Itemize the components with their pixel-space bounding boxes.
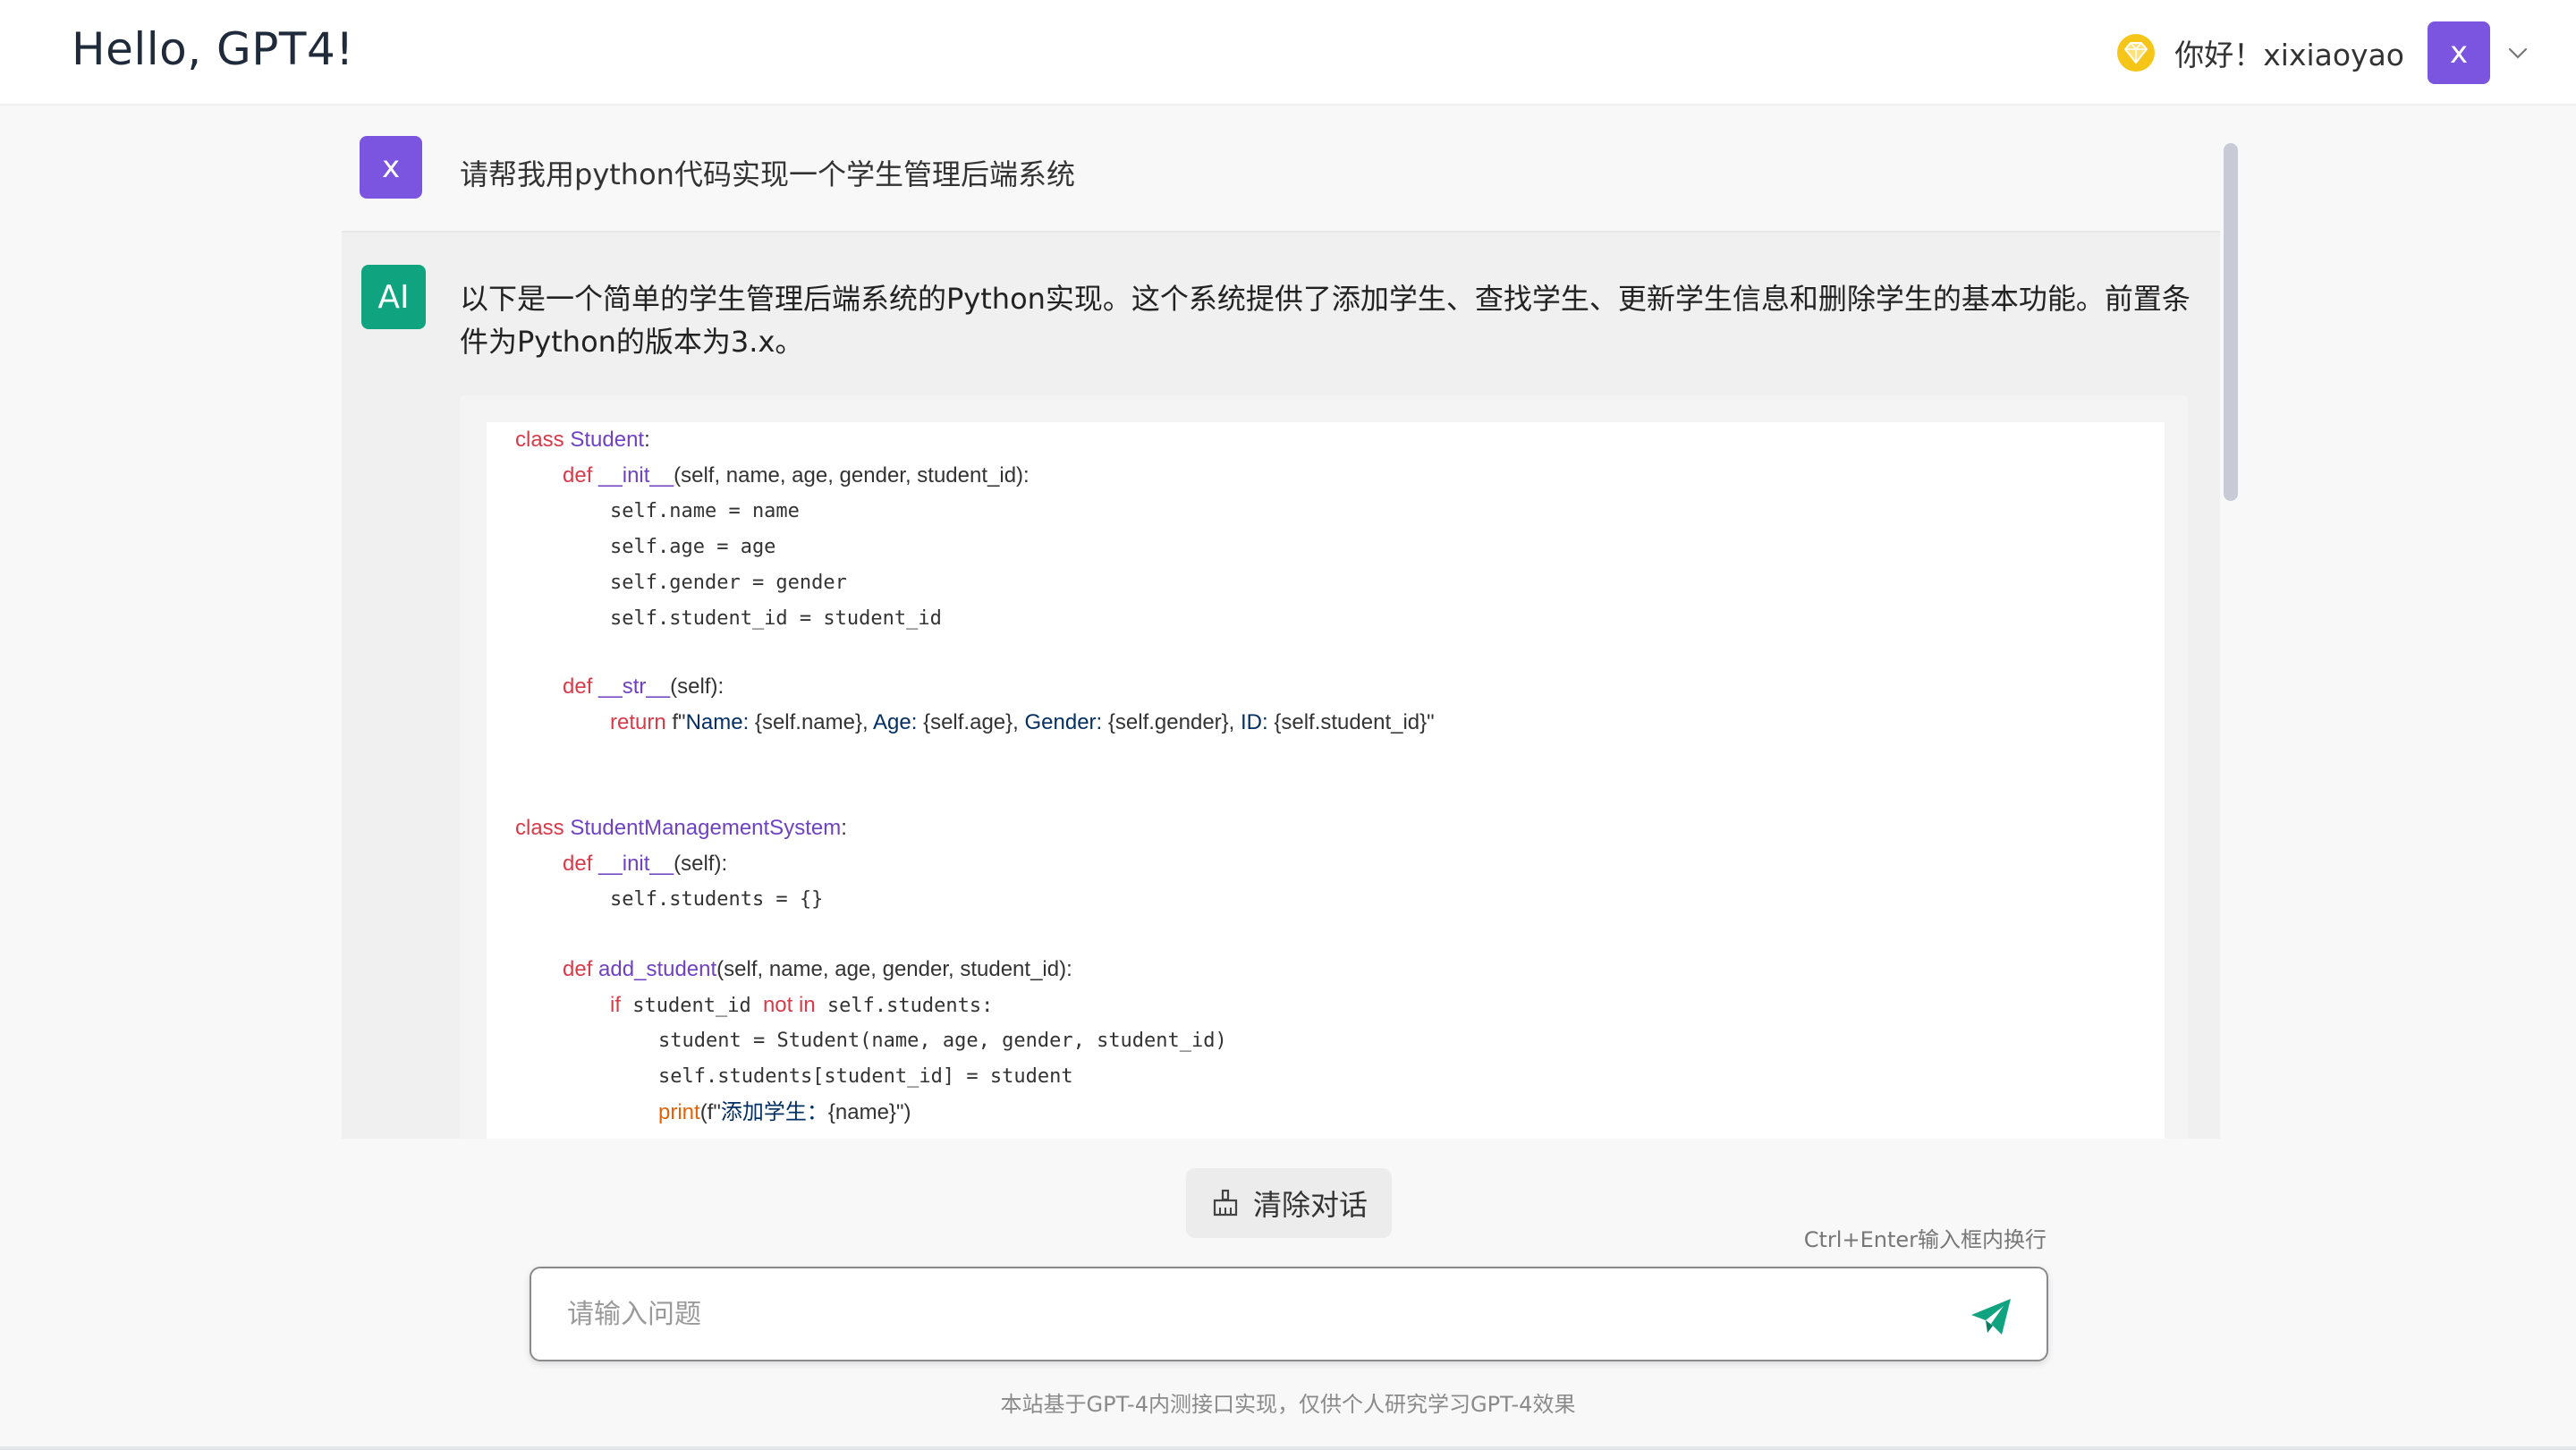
code-line: return f"Name: {self.name}, Age: {self.a… xyxy=(610,705,1435,741)
code-token: {self.student_id}" xyxy=(1274,710,1435,734)
vip-diamond-icon xyxy=(2115,32,2157,73)
code-line: if student_id not in self.students: xyxy=(610,988,993,1023)
code-token: (self): xyxy=(670,674,724,699)
code-token: Name: xyxy=(685,710,755,734)
code-token: return xyxy=(610,710,666,734)
code-line: self.student_id = student_id xyxy=(610,607,942,630)
ai-message: AI 以下是一个简单的学生管理后端系统的Python实现。这个系统提供了添加学生… xyxy=(342,233,2220,1139)
code-token: def xyxy=(563,674,593,699)
greeting-text: 你好！xixiaoyao xyxy=(2174,38,2404,72)
code-token: self.students: xyxy=(815,995,994,1017)
code-token: not in xyxy=(762,993,816,1017)
clear-conversation-label: 清除对话 xyxy=(1252,1188,1368,1222)
question-input-box xyxy=(530,1267,2048,1361)
code-token: Student xyxy=(570,428,645,452)
top-header: Hello, GPT4! 你好！xixiaoyao x xyxy=(0,0,2576,106)
code-token: {self.age}, xyxy=(923,710,1025,734)
code-line: def add_student(self, name, age, gender,… xyxy=(563,952,1072,988)
app-title: Hello, GPT4! xyxy=(72,23,354,75)
code-token: def xyxy=(563,957,593,981)
chat-scrollbar[interactable] xyxy=(2224,143,2238,501)
code-token: add_student xyxy=(598,957,717,981)
code-line: def __str__(self): xyxy=(563,669,724,705)
code-token: class xyxy=(515,816,564,840)
shortcut-hint: Ctrl+Enter输入框内换行 xyxy=(1803,1227,2046,1252)
code-block: class Student: def __init__(self, name, … xyxy=(460,395,2188,1139)
code-line: self.students[student_id] = student xyxy=(658,1065,1073,1088)
code-token: 添加学生： xyxy=(720,1100,828,1124)
code-token: : xyxy=(644,428,650,452)
user-message-text: 请帮我用python代码实现一个学生管理后端系统 xyxy=(460,157,1075,191)
code-token: student_id xyxy=(621,995,763,1017)
code-line: self.age = age xyxy=(610,536,776,558)
broom-icon xyxy=(1210,1188,1241,1218)
chevron-down-icon[interactable] xyxy=(2504,39,2531,66)
code-token: (self, name, age, gender, student_id): xyxy=(716,957,1072,981)
ai-message-text: 以下是一个简单的学生管理后端系统的Python实现。这个系统提供了添加学生、查找… xyxy=(460,282,2190,359)
code-token: f" xyxy=(672,710,686,734)
code-line: student = Student(name, age, gender, stu… xyxy=(658,1030,1227,1052)
code-line: self.gender = gender xyxy=(610,572,847,594)
send-button[interactable] xyxy=(1966,1292,2016,1342)
code-line: class Student: xyxy=(515,422,650,458)
footer-disclaimer: 本站基于GPT-4内测接口实现，仅供个人研究学习GPT-4效果 xyxy=(1000,1392,1576,1417)
code-line: def __init__(self): xyxy=(563,846,727,882)
code-token: __init__ xyxy=(598,852,674,876)
code-token: class xyxy=(515,428,564,452)
code-line: def __init__(self, name, age, gender, st… xyxy=(563,458,1030,494)
send-icon xyxy=(1971,1299,2011,1335)
question-input[interactable] xyxy=(567,1293,1909,1335)
code-token: (self, name, age, gender, student_id): xyxy=(674,463,1030,488)
user-avatar: x xyxy=(360,136,422,199)
code-token: (self): xyxy=(674,852,728,876)
ai-avatar: AI xyxy=(361,265,426,329)
code-token: {self.name}, xyxy=(754,710,874,734)
code-token: (f" xyxy=(699,1100,721,1124)
bottom-divider xyxy=(0,1446,2576,1450)
code-token: Age: xyxy=(873,710,924,734)
code-token: __str__ xyxy=(598,674,671,699)
code-line: class StudentManagementSystem: xyxy=(515,810,847,846)
code-line: print(f"添加学生：{name}") xyxy=(658,1095,911,1131)
clear-conversation-button[interactable]: 清除对话 xyxy=(1186,1168,1392,1238)
code-token: if xyxy=(610,993,621,1017)
code-token: print xyxy=(658,1100,700,1124)
code-token: def xyxy=(563,852,593,876)
user-avatar-menu[interactable]: x xyxy=(2428,21,2490,84)
code-content[interactable]: class Student: def __init__(self, name, … xyxy=(487,422,2165,1139)
code-token: {self.gender}, xyxy=(1107,710,1241,734)
code-token: __init__ xyxy=(598,463,674,488)
chat-area[interactable]: x 请帮我用python代码实现一个学生管理后端系统 AI 以下是一个简单的学生… xyxy=(342,106,2220,1139)
user-message: x 请帮我用python代码实现一个学生管理后端系统 xyxy=(342,106,2220,233)
code-token: Gender: xyxy=(1024,710,1108,734)
code-line: self.name = name xyxy=(610,500,800,522)
code-token: def xyxy=(563,463,593,488)
code-token: ID: xyxy=(1241,710,1275,734)
code-token: StudentManagementSystem xyxy=(570,816,842,840)
code-token: {name}") xyxy=(827,1100,911,1124)
code-line: self.students = {} xyxy=(610,888,824,911)
code-token: : xyxy=(841,816,847,840)
user-area: 你好！xixiaoyao x xyxy=(2115,21,2531,84)
